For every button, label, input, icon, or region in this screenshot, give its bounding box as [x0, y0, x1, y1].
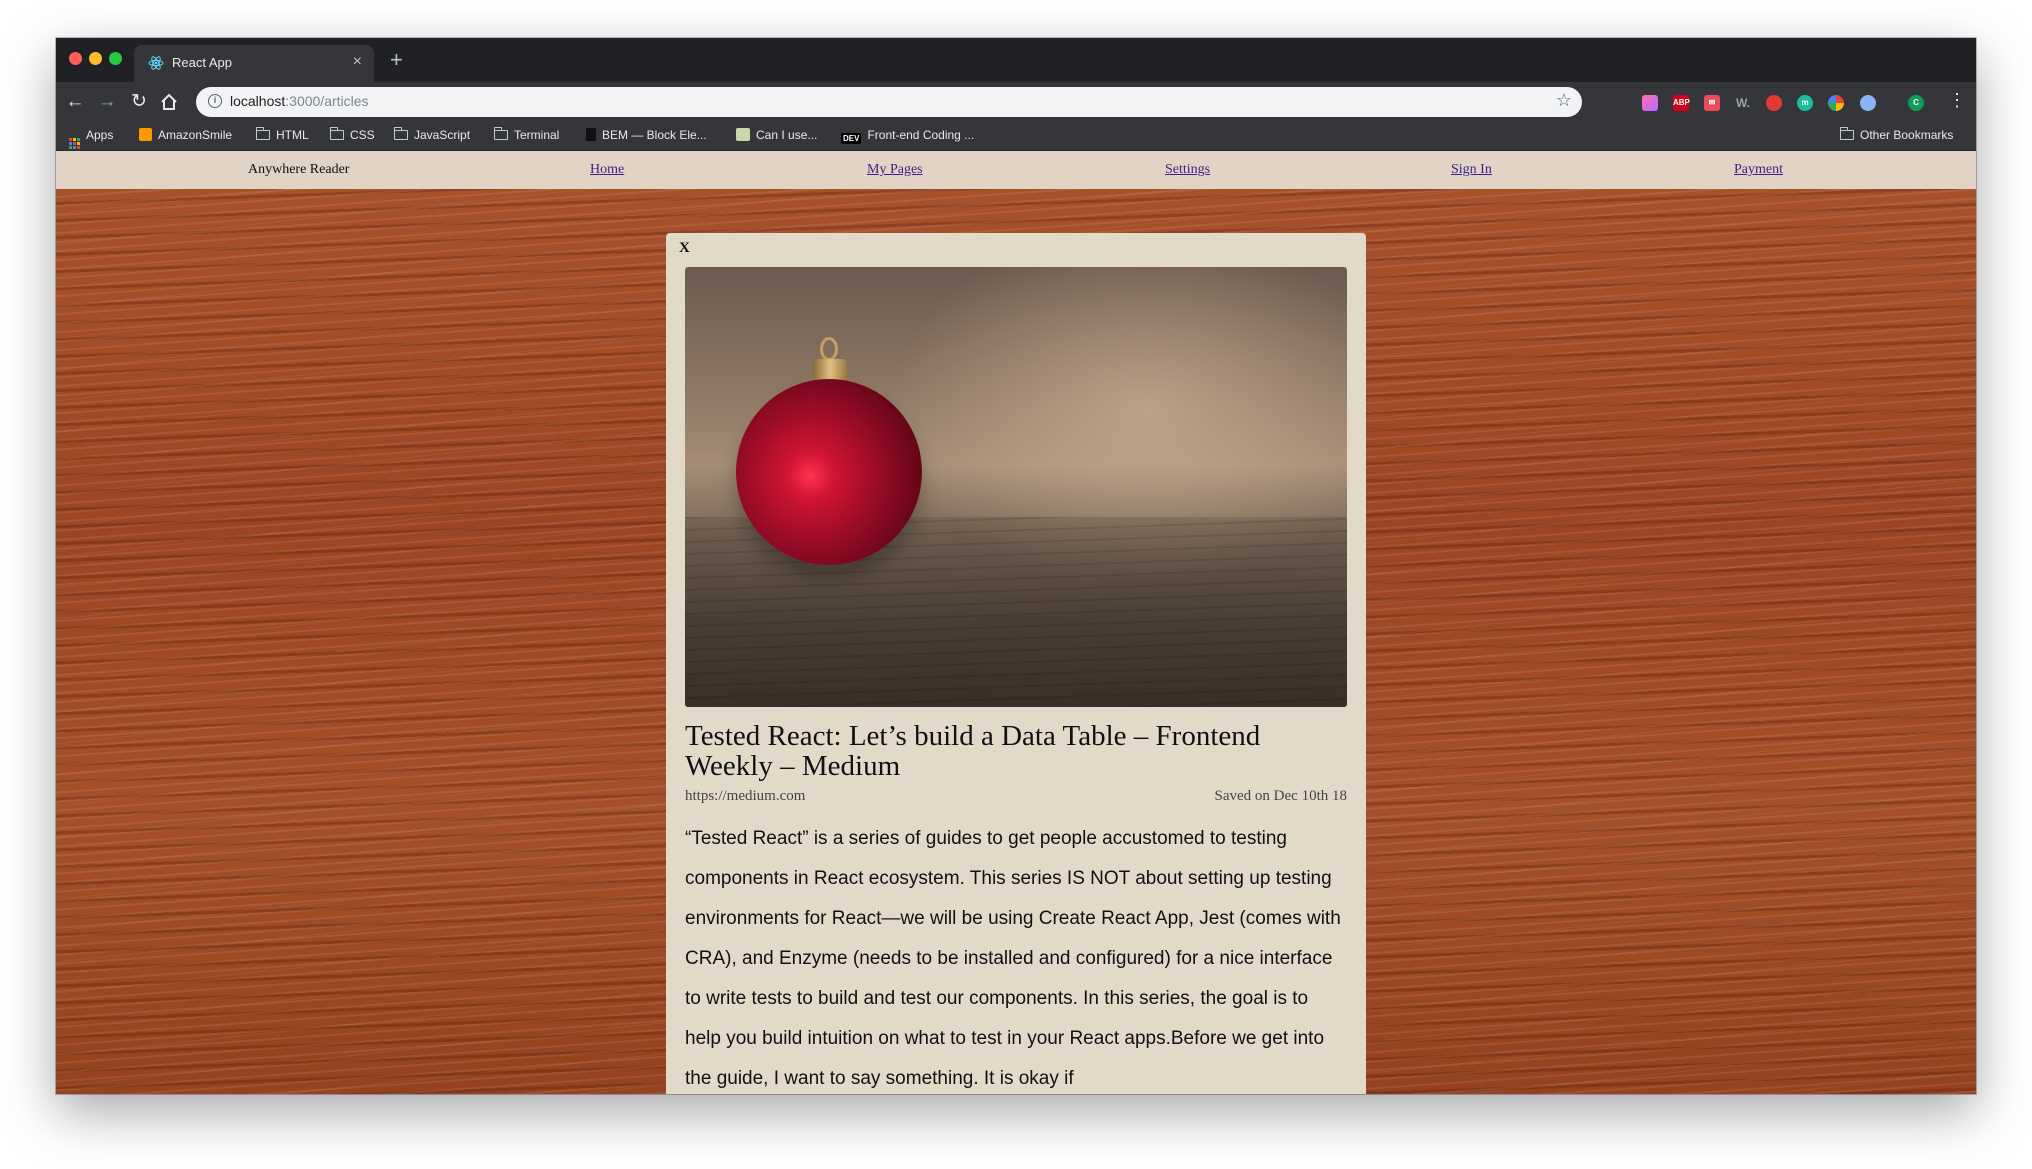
reload-icon[interactable]: ↻ [126, 89, 152, 115]
tab-strip: React App × + [56, 38, 1976, 82]
bookmark-bem-label: BEM — Block Ele... [602, 128, 707, 142]
url-host: localhost [230, 93, 286, 109]
bookmark-javascript-label: JavaScript [414, 128, 471, 142]
nav-link-sign-in[interactable]: Sign In [1451, 162, 1492, 178]
forward-icon[interactable]: → [94, 89, 120, 115]
bookmark-terminal-label: Terminal [514, 128, 560, 142]
window-maximize-button[interactable] [109, 52, 122, 65]
bookmarks-bar: Apps AmazonSmile HTML CSS JavaScript Ter… [56, 122, 1976, 151]
nav-link-home[interactable]: Home [590, 162, 624, 178]
window-close-button[interactable] [69, 52, 82, 65]
article-card: X Tested React: Let’s build a Data Table… [666, 233, 1366, 1094]
amazon-icon [139, 128, 152, 141]
bookmark-html[interactable]: HTML [255, 127, 309, 142]
bookmark-javascript[interactable]: JavaScript [393, 127, 471, 142]
info-icon[interactable]: i [208, 94, 222, 108]
address-bar[interactable]: i localhost:3000/articles ☆ [196, 87, 1582, 117]
bookmark-amazonsmile-label: AmazonSmile [158, 128, 233, 142]
extension-blue-icon[interactable] [1860, 95, 1876, 111]
nav-link-my-pages[interactable]: My Pages [867, 162, 923, 178]
extension-red-icon[interactable] [1766, 95, 1782, 111]
react-icon [148, 56, 164, 70]
bookmark-caniuse-label: Can I use... [756, 128, 818, 142]
folder-icon [1839, 127, 1854, 140]
bookmark-star-icon[interactable]: ☆ [1556, 90, 1572, 111]
window-minimize-button[interactable] [89, 52, 102, 65]
dev-icon: DEV [841, 133, 862, 144]
back-icon[interactable]: ← [62, 89, 88, 115]
site-nav: Anywhere Reader Home My Pages Settings S… [56, 151, 1976, 189]
url-text[interactable]: localhost:3000/articles [230, 93, 369, 109]
article-source: https://medium.com [685, 788, 806, 804]
browser-toolbar: ← → ↻ i localhost:3000/articles ☆ ABP ✉ … [56, 82, 1976, 122]
bookmark-apps-label: Apps [86, 128, 114, 142]
tab-title: React App [172, 55, 232, 70]
extension-mail-icon[interactable]: ✉ [1704, 95, 1720, 111]
page-icon [586, 128, 596, 141]
folder-icon [329, 127, 344, 140]
bookmark-caniuse[interactable]: Can I use... [736, 128, 817, 142]
tab-react-app[interactable]: React App × [134, 45, 374, 82]
bookmark-bem[interactable]: BEM — Block Ele... [586, 128, 707, 142]
apps-grid-icon [69, 138, 80, 149]
folder-icon [493, 127, 508, 140]
url-path: :3000/articles [285, 93, 369, 109]
bookmark-css[interactable]: CSS [329, 127, 375, 142]
caniuse-icon [736, 128, 750, 141]
article-hero-image [685, 267, 1347, 707]
bookmark-other-label: Other Bookmarks [1860, 128, 1954, 142]
new-tab-button[interactable]: + [390, 47, 403, 73]
adblock-plus-icon[interactable]: ABP [1673, 95, 1690, 111]
browser-window: React App × + ← → ↻ i localhost:3000/art… [56, 38, 1976, 1094]
nav-link-payment[interactable]: Payment [1734, 162, 1783, 178]
page-content: Anywhere Reader Home My Pages Settings S… [56, 151, 1976, 1094]
nav-link-settings[interactable]: Settings [1165, 162, 1210, 178]
bookmark-other[interactable]: Other Bookmarks [1839, 127, 1954, 142]
ornament [736, 379, 922, 565]
wappalyzer-icon[interactable]: W. [1735, 95, 1751, 111]
bookmark-dev-label: Front-end Coding ... [867, 128, 975, 142]
bookmark-apps[interactable]: Apps [69, 128, 113, 149]
color-picker-icon[interactable] [1828, 95, 1844, 111]
extension-teal-icon[interactable]: m [1797, 95, 1813, 111]
home-icon[interactable] [159, 92, 179, 112]
article-body: “Tested React” is a series of guides to … [685, 828, 1341, 1089]
bookmark-terminal[interactable]: Terminal [493, 127, 560, 142]
menu-icon[interactable]: ⋮ [1948, 90, 1966, 111]
article-saved-date: Saved on Dec 10th 18 [1214, 788, 1347, 804]
extension-gradient-icon[interactable] [1642, 95, 1658, 111]
site-brand: Anywhere Reader [248, 162, 350, 177]
bookmark-dev[interactable]: DEV Front-end Coding ... [841, 128, 974, 144]
profile-avatar[interactable]: C [1908, 95, 1924, 111]
bookmark-css-label: CSS [350, 128, 375, 142]
ornament-loop [820, 337, 838, 361]
tab-close-icon[interactable]: × [353, 53, 362, 71]
close-button[interactable]: X [679, 240, 690, 257]
folder-icon [255, 127, 270, 140]
bookmark-html-label: HTML [276, 128, 309, 142]
article-title: Tested React: Let’s build a Data Table –… [685, 720, 1261, 782]
bookmark-amazonsmile[interactable]: AmazonSmile [139, 128, 232, 142]
folder-icon [393, 127, 408, 140]
